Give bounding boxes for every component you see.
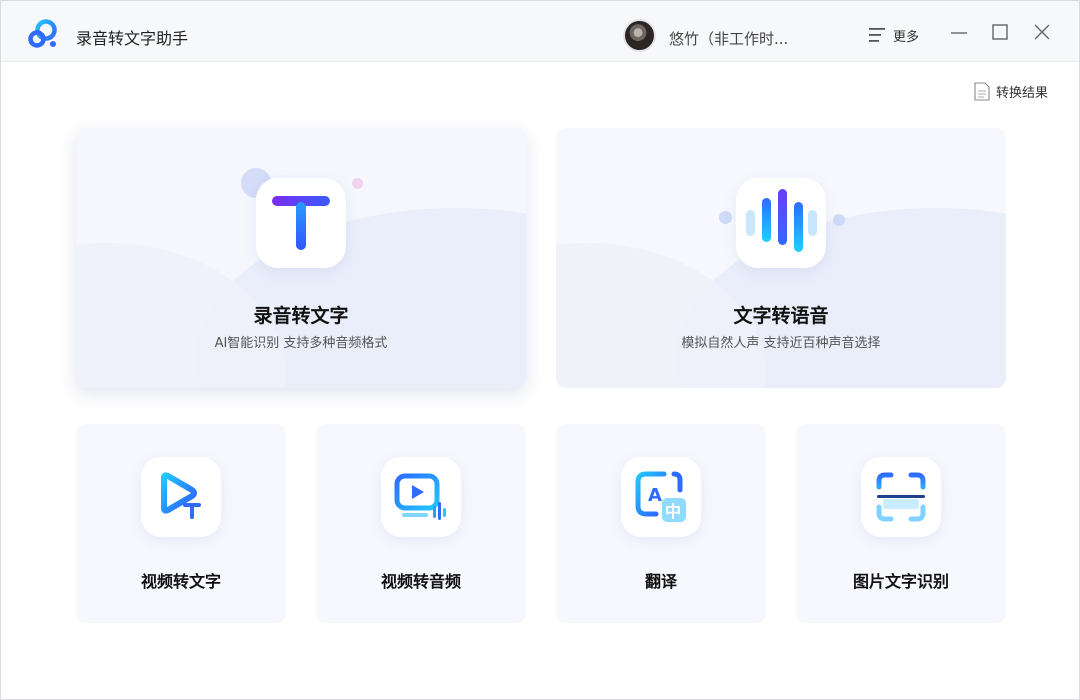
video-to-text-icon xyxy=(161,472,201,519)
video-to-audio-icon xyxy=(394,473,446,520)
text-t-icon xyxy=(272,196,330,250)
more-label: 更多 xyxy=(893,29,920,45)
more-menu-button[interactable]: 更多 xyxy=(869,25,919,45)
audio-to-text-icon-tile xyxy=(256,178,346,268)
sound-wave-icon xyxy=(746,189,817,252)
video-to-text-icon-tile xyxy=(141,457,221,537)
tool-card-video-to-text[interactable]: 视频转文字 xyxy=(76,424,286,623)
conversion-results-label: 转换结果 xyxy=(996,86,1049,101)
decor-bubble xyxy=(352,178,363,189)
card-title: 文字转语音 xyxy=(733,305,829,327)
document-icon xyxy=(974,82,990,101)
card-title: 录音转文字 xyxy=(253,305,349,327)
card-title: 翻译 xyxy=(644,572,677,591)
scan-ocr-icon xyxy=(876,472,926,522)
title-bar: 录音转文字助手 悠竹（非工作时... 更多 xyxy=(1,1,1079,62)
decor-bubble xyxy=(833,214,845,226)
card-subtitle: AI智能识别 支持多种音频格式 xyxy=(214,336,388,351)
minimize-icon[interactable] xyxy=(950,23,968,41)
tool-card-translate[interactable]: A 中 翻译 xyxy=(556,424,766,623)
translate-icon-tile: A 中 xyxy=(621,457,701,537)
app-title: 录音转文字助手 xyxy=(76,29,189,48)
translate-icon: A 中 xyxy=(635,471,686,522)
user-name[interactable]: 悠竹（非工作时... xyxy=(669,28,788,49)
card-title: 视频转音频 xyxy=(380,572,461,591)
tool-card-video-to-audio[interactable]: 视频转音频 xyxy=(316,424,526,623)
card-title: 图片文字识别 xyxy=(852,572,949,591)
feature-card-audio-to-text[interactable]: 录音转文字 AI智能识别 支持多种音频格式 xyxy=(76,128,526,388)
decor-bubble xyxy=(719,211,732,224)
svg-text:中: 中 xyxy=(665,502,681,521)
image-ocr-icon-tile xyxy=(861,457,941,537)
tool-card-image-ocr[interactable]: 图片文字识别 xyxy=(796,424,1006,623)
close-icon[interactable] xyxy=(1033,23,1051,41)
card-title: 视频转文字 xyxy=(140,572,221,591)
conversion-results-button[interactable]: 转换结果 xyxy=(974,82,1048,101)
menu-icon xyxy=(869,28,885,42)
avatar[interactable] xyxy=(623,19,656,52)
svg-text:A: A xyxy=(648,485,662,506)
text-to-speech-icon-tile xyxy=(736,178,826,268)
maximize-icon[interactable] xyxy=(991,23,1009,41)
app-logo-icon xyxy=(28,19,57,48)
video-to-audio-icon-tile xyxy=(381,457,461,537)
feature-card-text-to-speech[interactable]: 文字转语音 模拟自然人声 支持近百种声音选择 xyxy=(556,128,1006,388)
card-subtitle: 模拟自然人声 支持近百种声音选择 xyxy=(681,336,881,351)
